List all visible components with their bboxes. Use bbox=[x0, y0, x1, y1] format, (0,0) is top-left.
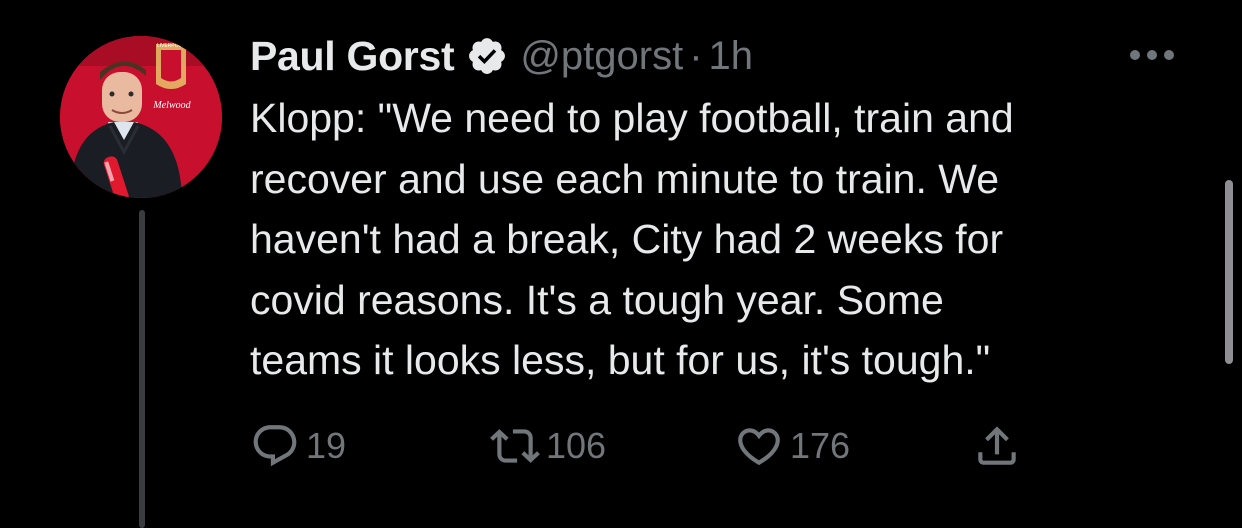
tweet-text-line: covid reasons. It's a tough year. Some bbox=[250, 276, 944, 323]
heart-icon bbox=[738, 428, 780, 466]
retweet-icon bbox=[490, 429, 540, 463]
retweet-button[interactable]: 106 bbox=[490, 418, 606, 474]
reply-count: 19 bbox=[306, 425, 347, 466]
share-button[interactable] bbox=[972, 418, 1022, 474]
retweet-count: 106 bbox=[546, 425, 607, 466]
like-button[interactable]: 176 bbox=[734, 418, 850, 474]
separator-dot: · bbox=[689, 33, 703, 78]
more-dots-icon[interactable] bbox=[1128, 48, 1176, 62]
svg-text:Melwood: Melwood bbox=[152, 100, 191, 111]
tweet-text-line: Klopp: "We need to play football, train … bbox=[250, 95, 1014, 141]
svg-text:LIVERPOOL: LIVERPOOL bbox=[157, 43, 186, 49]
author-name[interactable]: Paul Gorst bbox=[250, 33, 455, 80]
reply-button[interactable]: 19 bbox=[250, 418, 346, 474]
like-count: 176 bbox=[790, 425, 851, 466]
tweet-header: Paul Gorst @ptgorst · 1h bbox=[250, 28, 753, 84]
share-icon bbox=[978, 426, 1016, 465]
tweet-text: Klopp: "We need to play football, train … bbox=[250, 88, 1210, 391]
tweet-text-line: teams it looks less, but for us, it's to… bbox=[250, 337, 991, 383]
reply-icon bbox=[253, 425, 297, 467]
scrollbar-thumb[interactable] bbox=[1225, 180, 1233, 364]
author-handle[interactable]: @ptgorst bbox=[520, 34, 683, 79]
tweet-text-line: haven't had a break, City had 2 weeks fo… bbox=[250, 216, 1004, 262]
tweet-timestamp[interactable]: 1h bbox=[709, 34, 754, 79]
verified-badge-icon bbox=[469, 38, 506, 74]
thread-line bbox=[139, 210, 145, 528]
tweet-text-line: recover and use each minute to train. We bbox=[250, 155, 1000, 202]
tweet-actions: 19 106 176 bbox=[250, 418, 1050, 474]
avatar-photo: LIVERPOOL Melwood bbox=[60, 36, 222, 198]
crest-icon bbox=[156, 44, 186, 89]
tweet[interactable]: LIVERPOOL Melwood Paul Gorst @ptgorst · … bbox=[0, 0, 1242, 528]
avatar[interactable]: LIVERPOOL Melwood bbox=[60, 36, 222, 198]
